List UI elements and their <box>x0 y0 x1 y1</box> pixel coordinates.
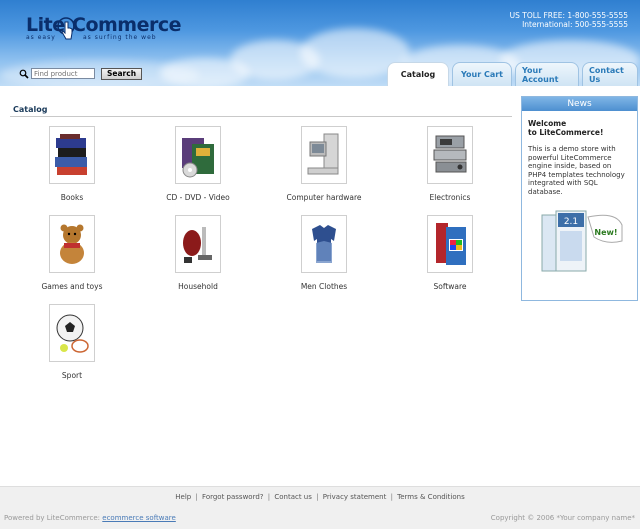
copyright: Copyright © 2006 *Your company name* <box>490 514 635 522</box>
footer-link-privacy[interactable]: Privacy statement <box>323 493 387 501</box>
separator: | <box>316 493 319 501</box>
logo-tagline-right: as surfing the web <box>83 34 157 41</box>
separator: | <box>390 493 393 501</box>
shirts-icon[interactable] <box>301 215 347 273</box>
footer: Help | Forgot password? | Contact us | P… <box>0 486 640 529</box>
search-icon <box>19 69 29 79</box>
category-item-books[interactable]: Books <box>12 126 132 202</box>
news-welcome: Welcome to LiteCommerce! <box>528 119 637 137</box>
news-panel: News Welcome to LiteCommerce! This is a … <box>521 96 638 301</box>
books-icon[interactable] <box>49 126 95 184</box>
teddy-bear-icon[interactable] <box>49 215 95 273</box>
international-phone: International: 500-555-5555 <box>522 20 628 29</box>
box-version: 2.1 <box>564 217 578 227</box>
tab-your-cart[interactable]: Your Cart <box>452 62 512 86</box>
category-item-men-clothes[interactable]: Men Clothes <box>264 215 384 291</box>
powered-by: Powered by LiteCommerce: ecommerce softw… <box>4 514 176 522</box>
site-logo[interactable]: Lite Commerce as easy as surfing the web <box>26 14 182 50</box>
category-label[interactable]: Software <box>390 282 510 291</box>
category-item-electronics[interactable]: Electronics <box>390 126 510 202</box>
category-label[interactable]: Games and toys <box>12 282 132 291</box>
category-label[interactable]: Household <box>138 282 258 291</box>
news-welcome-line: to LiteCommerce! <box>528 128 604 137</box>
category-item-software[interactable]: Software <box>390 215 510 291</box>
cd-dvd-icon[interactable] <box>175 126 221 184</box>
category-label[interactable]: Books <box>12 193 132 202</box>
header: Lite Commerce as easy as surfing the web… <box>0 0 640 86</box>
separator: | <box>267 493 271 501</box>
sport-balls-icon[interactable] <box>49 304 95 362</box>
main-tabs: Catalog Your Cart Your Account Contact U… <box>384 62 638 86</box>
category-item-cd-dvd-video[interactable]: CD - DVD - Video <box>138 126 258 202</box>
category-item-sport[interactable]: Sport <box>12 304 132 380</box>
category-label[interactable]: Electronics <box>390 193 510 202</box>
contact-phones: US TOLL FREE: 1-800-555-5555 Internation… <box>510 11 628 29</box>
footer-link-terms[interactable]: Terms & Conditions <box>397 493 465 501</box>
search-input[interactable] <box>31 68 95 79</box>
news-welcome-line: Welcome <box>528 119 567 128</box>
news-body: This is a demo store with powerful LiteC… <box>528 145 625 196</box>
product-box-image[interactable]: 2.1 New! <box>536 207 626 273</box>
electronics-icon[interactable] <box>427 126 473 184</box>
catalog-section: Catalog Books CD - DVD - Video Computer … <box>10 100 512 380</box>
tab-contact-us[interactable]: Contact Us <box>582 62 638 86</box>
toll-free-phone: US TOLL FREE: 1-800-555-5555 <box>509 11 628 20</box>
footer-link-contact-us[interactable]: Contact us <box>274 493 312 501</box>
category-item-household[interactable]: Household <box>138 215 258 291</box>
vacuum-icon[interactable] <box>175 215 221 273</box>
search-bar: Search <box>19 67 143 80</box>
catalog-title: Catalog <box>10 100 512 117</box>
search-button[interactable]: Search <box>101 67 143 80</box>
category-item-games-and-toys[interactable]: Games and toys <box>12 215 132 291</box>
category-label[interactable]: Men Clothes <box>264 282 384 291</box>
software-box-icon[interactable] <box>427 215 473 273</box>
new-badge: New! <box>594 228 617 237</box>
footer-links: Help | Forgot password? | Contact us | P… <box>0 493 640 501</box>
news-title: News <box>522 97 637 111</box>
category-item-computer-hardware[interactable]: Computer hardware <box>264 126 384 202</box>
powered-by-text: Powered by LiteCommerce: <box>4 514 101 522</box>
category-label[interactable]: CD - DVD - Video <box>138 193 258 202</box>
computer-icon[interactable] <box>301 126 347 184</box>
logo-word-commerce: Commerce <box>72 14 182 36</box>
tab-catalog[interactable]: Catalog <box>387 62 449 86</box>
tab-your-account[interactable]: Your Account <box>515 62 579 86</box>
separator: | <box>195 493 198 501</box>
category-label[interactable]: Computer hardware <box>264 193 384 202</box>
footer-link-help[interactable]: Help <box>175 493 191 501</box>
powered-by-link[interactable]: ecommerce software <box>102 514 176 522</box>
logo-tagline-left: as easy <box>26 34 56 41</box>
footer-link-forgot-password[interactable]: Forgot password? <box>202 493 263 501</box>
category-label[interactable]: Sport <box>12 371 132 380</box>
